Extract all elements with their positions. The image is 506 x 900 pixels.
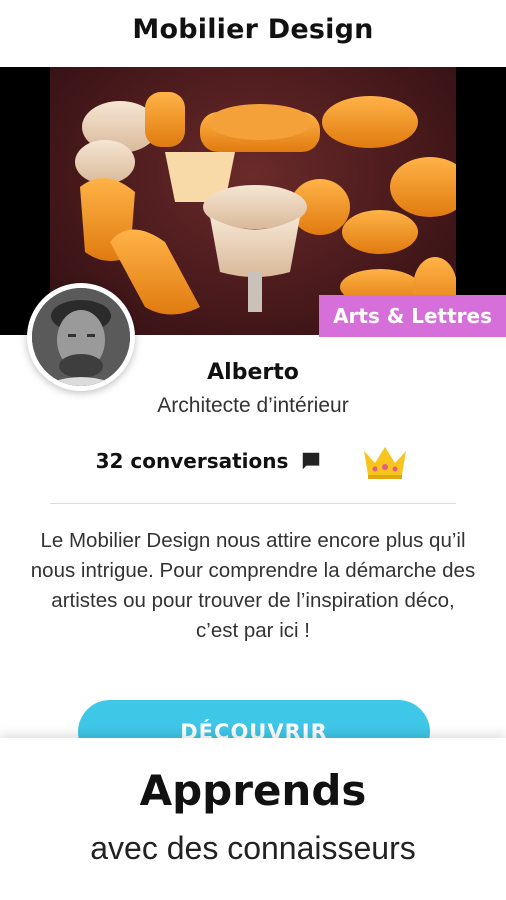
avatar[interactable] — [27, 283, 135, 391]
footer-heading: Apprends — [139, 766, 367, 815]
page-title: Mobilier Design — [132, 14, 374, 45]
crown-icon — [364, 447, 407, 479]
author-role: Architecte d’intérieur — [157, 394, 349, 417]
category-badge[interactable]: Arts & Lettres — [319, 295, 506, 337]
conversation-count: 32 conversations — [95, 449, 289, 473]
stats-row: 32 conversations — [0, 441, 506, 481]
footer-subheading: avec des connaisseurs — [90, 830, 416, 866]
divider — [50, 503, 456, 504]
person-photo-icon — [32, 288, 130, 386]
chat-bubble-icon — [303, 452, 320, 470]
topic-description: Le Mobilier Design nous attire encore pl… — [30, 529, 476, 642]
promo-footer: Apprends avec des connaisseurs — [0, 738, 506, 900]
